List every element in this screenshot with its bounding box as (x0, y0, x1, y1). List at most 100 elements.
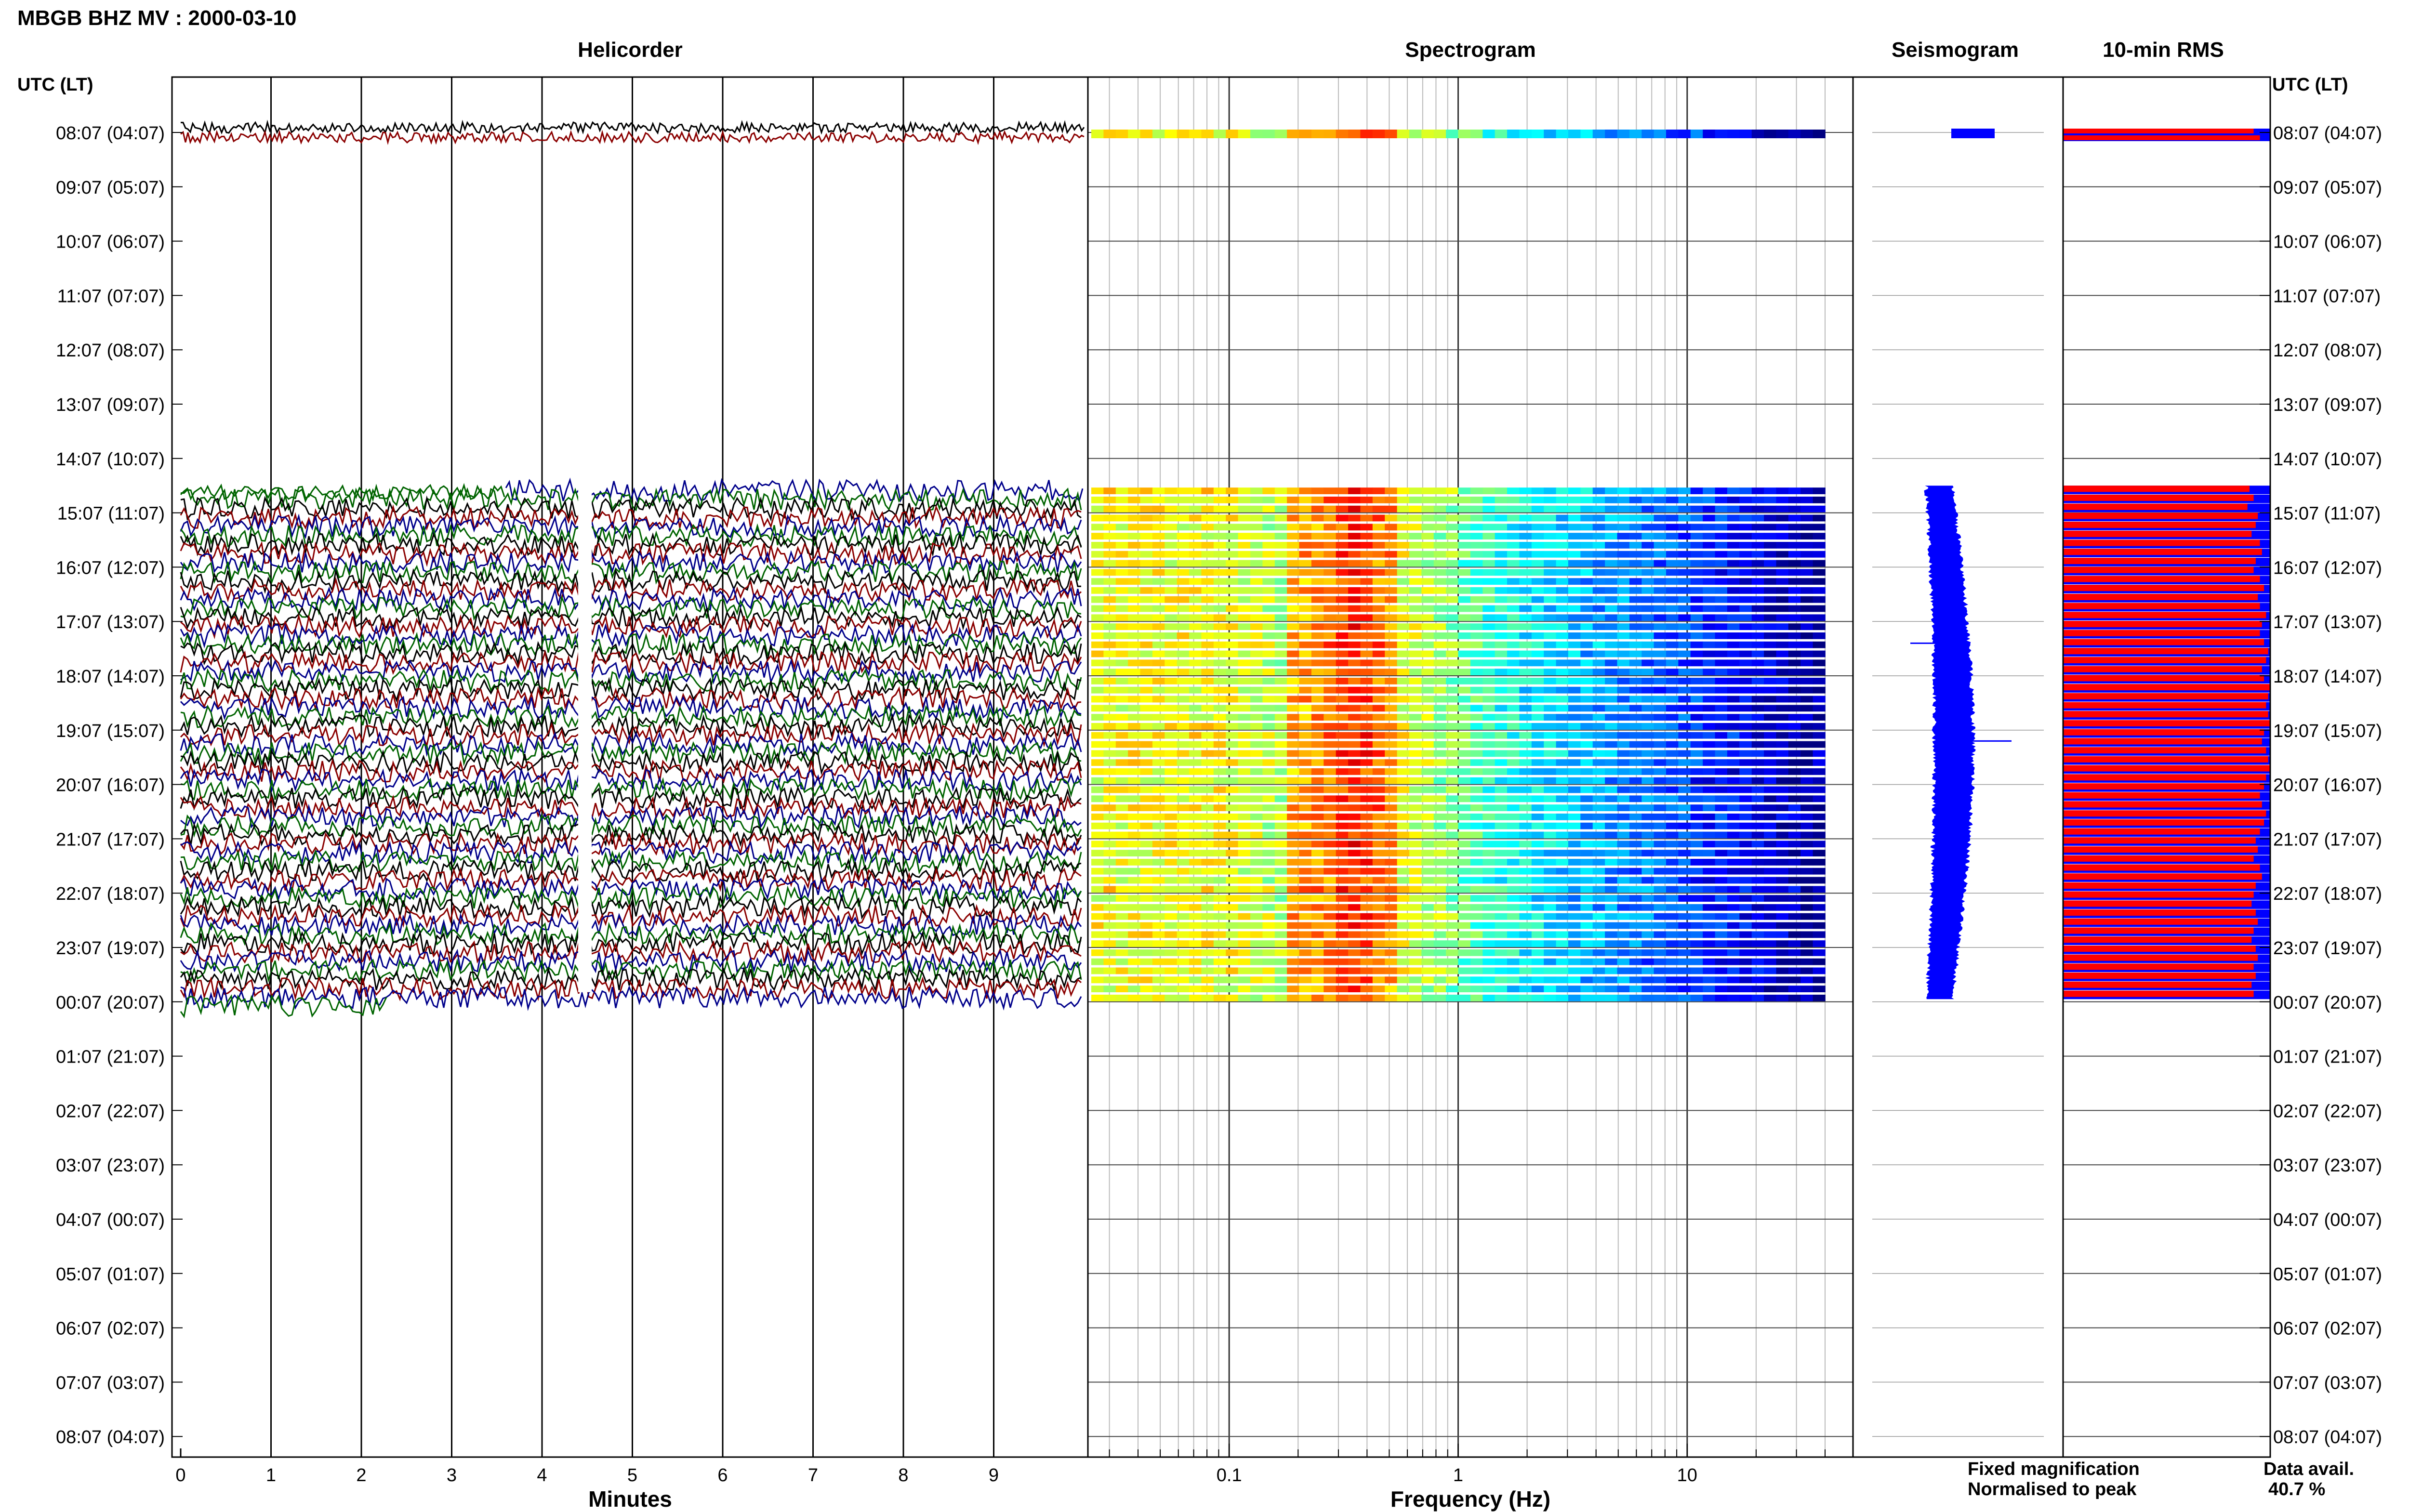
spectrogram-cell (1360, 814, 1373, 820)
spectrogram-cell (1666, 976, 1679, 984)
spectrogram-cell (1739, 741, 1752, 748)
spectrogram-cell (1519, 859, 1532, 866)
spectrogram-cell (1470, 868, 1483, 875)
spectrogram-cell (1703, 678, 1716, 684)
spectrogram-cell (1433, 931, 1446, 938)
spectrogram-cell (1152, 868, 1165, 875)
spectrogram-cell (1690, 596, 1703, 603)
spectrogram-cell (1764, 913, 1777, 920)
spectrogram-cell (1409, 514, 1422, 522)
spectrogram-cell (1629, 976, 1642, 984)
spectrogram-cell (1140, 804, 1153, 811)
spectrogram-cell (1238, 795, 1251, 802)
spectrogram-cell (1788, 759, 1801, 766)
spectrogram-cell (1446, 605, 1459, 612)
time-label-left: 19:07 (15:07) (56, 721, 165, 741)
spectrogram-cell (1226, 714, 1239, 721)
spectrogram-cell (1470, 714, 1483, 721)
spectrogram-cell (1751, 995, 1764, 1001)
spectrogram-cell (1458, 714, 1471, 721)
spectrogram-cell (1091, 850, 1104, 856)
spectrogram-cell (1764, 877, 1777, 884)
spectrogram-cell (1507, 686, 1520, 694)
spectrogram-cell (1262, 759, 1275, 766)
helicorder-x-label: Minutes (588, 1486, 672, 1512)
spectrogram-cell (1348, 995, 1361, 1001)
spectrogram-cell (1470, 605, 1483, 612)
spectrogram-cell (1641, 850, 1655, 856)
spectrogram-cell (1470, 986, 1483, 992)
spectrogram-cell (1482, 986, 1496, 992)
spectrogram-cell (1739, 768, 1752, 775)
spectrogram-cell (1397, 487, 1410, 494)
spectrogram-cell (1764, 922, 1777, 929)
spectrogram-cell (1519, 578, 1532, 585)
spectrogram-cell (1385, 659, 1398, 667)
spectrogram-cell (1788, 569, 1801, 576)
spectrogram-cell (1458, 986, 1471, 992)
spectrogram-cell (1409, 632, 1422, 639)
spectrogram-cell (1654, 814, 1667, 820)
spectrogram-cell (1482, 551, 1496, 558)
spectrogram-cell (1764, 505, 1777, 513)
spectrogram-cell (1311, 497, 1324, 503)
spectrogram-cell (1580, 696, 1593, 703)
spectrogram-cell (1226, 650, 1239, 657)
spectrogram-cell (1433, 578, 1446, 585)
spectrogram-cell (1372, 705, 1385, 712)
spectrogram-cell (1666, 632, 1679, 639)
spectrogram-cell (1592, 623, 1605, 630)
spectrogram-cell (1177, 786, 1190, 793)
spectrogram-cell (1776, 786, 1789, 793)
spectrogram-cell (1458, 596, 1471, 603)
spectrogram-cell (1580, 497, 1593, 503)
spectrogram-cell (1739, 995, 1752, 1001)
spectrogram-cell (1348, 696, 1361, 703)
spectrogram-cell (1519, 505, 1532, 513)
spectrogram-cell (1226, 777, 1239, 784)
spectrogram-cell (1592, 886, 1605, 893)
spectrogram-cell (1299, 958, 1312, 965)
spectrogram-cell (1666, 569, 1679, 576)
spectrogram-cell (1800, 931, 1813, 938)
spectrogram-cell (1495, 795, 1508, 802)
spectrogram-cell (1617, 487, 1630, 494)
spectrogram-cell (1544, 614, 1557, 621)
spectrogram-cell (1165, 659, 1178, 667)
spectrogram-cell (1507, 886, 1520, 893)
spectrogram-cell (1727, 741, 1740, 748)
spectrogram-cell (1813, 786, 1826, 793)
spectrogram-cell (1703, 705, 1716, 712)
spectrogram-cell (1385, 714, 1398, 721)
spectrogram-cell (1690, 487, 1703, 494)
spectrogram-cell (1666, 623, 1679, 630)
spectrogram-cell (1115, 976, 1128, 984)
spectrogram-cell (1274, 940, 1287, 947)
spectrogram-cell (1140, 886, 1153, 893)
spectrogram-cell (1531, 487, 1544, 494)
spectrogram-cell (1544, 605, 1557, 612)
spectrogram-cell (1482, 877, 1496, 884)
spectrogram-cell (1348, 569, 1361, 576)
spectrogram-cell (1764, 714, 1777, 721)
spectrogram-cell (1703, 859, 1716, 866)
spectrogram-cell (1776, 732, 1789, 739)
spectrogram-cell (1580, 641, 1593, 648)
spectrogram-cell (1433, 777, 1446, 784)
spectrogram-cell (1654, 641, 1667, 648)
spectrogram-cell (1091, 741, 1104, 748)
spectrogram-cell (1311, 850, 1324, 856)
spectrogram-cell (1788, 822, 1801, 829)
spectrogram-cell (1654, 986, 1667, 992)
spectrogram-cell (1690, 822, 1703, 829)
spectrogram-cell (1189, 904, 1202, 911)
spectrogram-cell (1397, 949, 1410, 956)
spectrogram-cell (1495, 831, 1508, 839)
spectrogram-cell (1470, 804, 1483, 811)
spectrogram-cell (1250, 877, 1263, 884)
spectrogram-cell (1556, 533, 1569, 539)
spectrogram-cell (1605, 976, 1618, 984)
spectrogram-cell (1605, 587, 1618, 594)
spectrogram-cell (1201, 596, 1214, 603)
spectrogram-cell (1654, 759, 1667, 766)
